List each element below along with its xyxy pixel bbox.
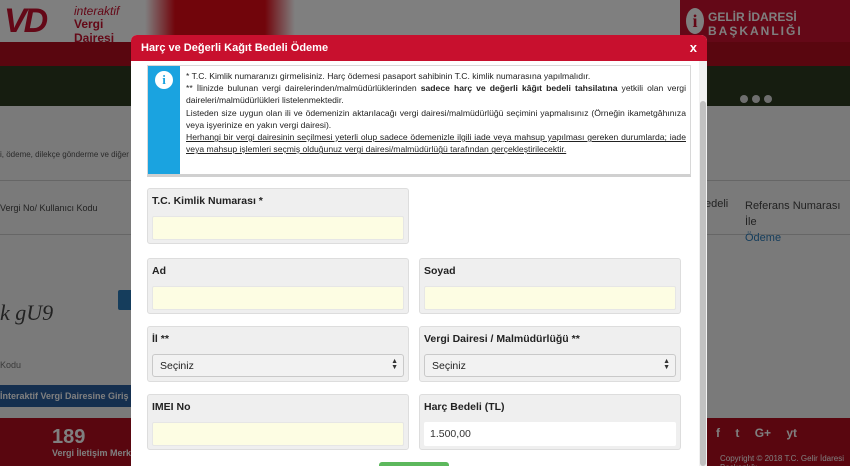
info-line-2: ** İlinizde bulunan vergi dairelerinden/…: [186, 83, 686, 106]
tc-kimlik-label: T.C. Kimlik Numarası *: [152, 195, 263, 207]
info-icon: i: [155, 71, 173, 89]
tc-kimlik-input[interactable]: [152, 216, 404, 240]
info-line-3: Listeden size uygun olan ili ve ödemeniz…: [186, 107, 686, 130]
info-line-1: * T.C. Kimlik numaranızı girmelisiniz. H…: [186, 71, 591, 81]
tc-kimlik-group: T.C. Kimlik Numarası *: [147, 188, 409, 244]
info-strip: i: [148, 66, 180, 174]
soyad-label: Soyad: [424, 265, 456, 277]
il-select[interactable]: Seçiniz ▲ ▼: [152, 354, 404, 377]
vergi-dairesi-label: Vergi Dairesi / Malmüdürlüğü **: [424, 333, 580, 345]
ad-group: Ad: [147, 258, 409, 314]
soyad-group: Soyad: [419, 258, 681, 314]
il-selected: Seçiniz: [160, 360, 194, 372]
harc-bedeli-group: Harç Bedeli (TL) 1.500,00: [419, 394, 681, 450]
info-text: * T.C. Kimlik numaranızı girmelisiniz. H…: [186, 70, 686, 155]
harc-bedeli-label: Harç Bedeli (TL): [424, 401, 505, 413]
modal-scrollbar[interactable]: [699, 61, 707, 466]
info-box: i * T.C. Kimlik numaranızı girmelisiniz.…: [147, 65, 691, 177]
il-label: İl **: [152, 333, 169, 345]
ad-input[interactable]: [152, 286, 404, 310]
close-button[interactable]: x: [690, 40, 697, 55]
vergi-dairesi-group: Vergi Dairesi / Malmüdürlüğü ** Seçiniz …: [419, 326, 681, 382]
il-group: İl ** Seçiniz ▲ ▼: [147, 326, 409, 382]
scrollbar-thumb[interactable]: [700, 101, 706, 466]
harc-odeme-modal: Harç ve Değerli Kağıt Bedeli Ödeme x i *…: [131, 35, 707, 466]
select-arrows-icon: ▲ ▼: [391, 358, 398, 371]
ad-label: Ad: [152, 265, 166, 277]
vergi-dairesi-select[interactable]: Seçiniz ▲ ▼: [424, 354, 676, 377]
imei-label: IMEI No: [152, 401, 191, 413]
select-arrows-icon: ▲ ▼: [663, 358, 670, 371]
imei-group: IMEI No: [147, 394, 409, 450]
imei-input[interactable]: [152, 422, 404, 446]
vergi-dairesi-selected: Seçiniz: [432, 360, 466, 372]
info-line-4: Herhangi bir vergi dairesinin seçilmesi …: [186, 132, 686, 155]
modal-header: Harç ve Değerli Kağıt Bedeli Ödeme x: [131, 35, 707, 61]
soyad-input[interactable]: [424, 286, 676, 310]
submit-button[interactable]: [379, 462, 449, 466]
modal-body: i * T.C. Kimlik numaranızı girmelisiniz.…: [131, 61, 707, 466]
harc-bedeli-value: 1.500,00: [424, 422, 676, 446]
modal-title: Harç ve Değerli Kağıt Bedeli Ödeme: [141, 42, 329, 54]
